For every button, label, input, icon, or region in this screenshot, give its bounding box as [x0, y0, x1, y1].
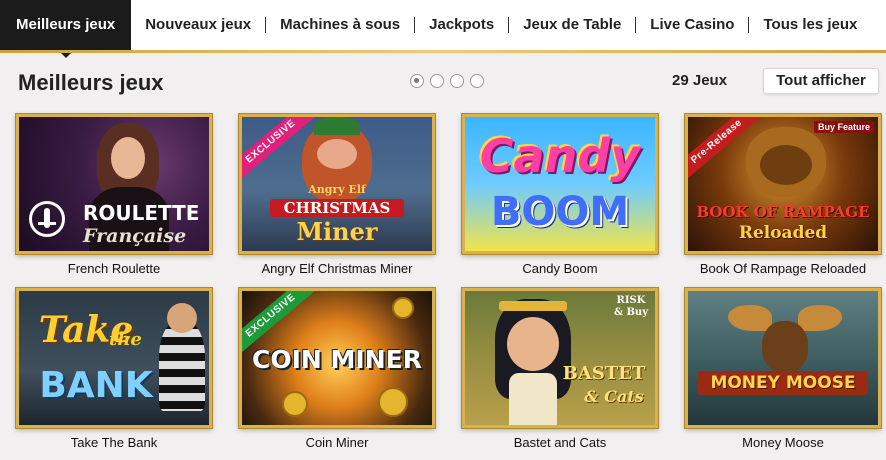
game-name[interactable]: Bastet and Cats: [462, 435, 658, 450]
game-thumbnail[interactable]: MONEY MOOSE: [685, 288, 881, 428]
game-art-subtitle: BOOM: [490, 189, 630, 235]
pagination-dot-2[interactable]: [430, 74, 444, 88]
pagination-dot-3[interactable]: [450, 74, 464, 88]
tab-nouveaux-jeux[interactable]: Nouveaux jeux: [131, 0, 265, 50]
game-thumbnail[interactable]: EXCLUSIVE COIN MINER: [239, 288, 435, 428]
tab-meilleurs-jeux[interactable]: Meilleurs jeux: [0, 0, 132, 50]
game-thumbnail[interactable]: RISK & Buy BASTET & Cats: [462, 288, 658, 428]
roulette-wheel-icon: [29, 201, 65, 237]
risk-buy-badge: RISK & Buy: [613, 295, 649, 318]
game-thumbnail[interactable]: EXCLUSIVE Angry Elf CHRISTMAS Miner: [239, 114, 435, 254]
section-title: Meilleurs jeux: [18, 70, 164, 95]
game-thumbnail[interactable]: Pre-Release Buy Feature BOOK OF RAMPAGE …: [685, 114, 881, 254]
game-art-title: MONEY MOOSE: [698, 371, 868, 395]
game-thumbnail[interactable]: Candy BOOM: [462, 114, 658, 254]
category-nav: Meilleurs jeux Nouveaux jeux Machines à …: [0, 0, 886, 50]
game-name[interactable]: Coin Miner: [239, 435, 435, 450]
tab-machines-a-sous[interactable]: Machines à sous: [266, 0, 414, 50]
buy-feature-badge: Buy Feature: [813, 121, 874, 133]
game-card-french-roulette[interactable]: ROULETTE Française French Roulette: [16, 114, 212, 276]
game-name[interactable]: Take The Bank: [16, 435, 212, 450]
carousel-pagination: [410, 74, 484, 88]
game-card-money-moose[interactable]: MONEY MOOSE Money Moose: [685, 288, 881, 450]
game-art-title: CHRISTMAS: [270, 199, 404, 217]
pagination-dot-1[interactable]: [410, 74, 424, 88]
game-name[interactable]: Book Of Rampage Reloaded: [685, 261, 881, 276]
game-name[interactable]: Candy Boom: [462, 261, 658, 276]
game-art-title: BOOK OF RAMPAGE: [696, 203, 870, 221]
tab-live-casino[interactable]: Live Casino: [636, 0, 748, 50]
game-card-coin-miner[interactable]: EXCLUSIVE COIN MINER Coin Miner: [239, 288, 435, 450]
tab-jackpots[interactable]: Jackpots: [415, 0, 508, 50]
games-count: 29 Jeux: [672, 72, 728, 89]
game-thumbnail[interactable]: ROULETTE Française: [16, 114, 212, 254]
game-name[interactable]: Angry Elf Christmas Miner: [239, 261, 435, 276]
game-art-title: BASTET: [562, 363, 646, 384]
game-art-subtitle: Reloaded: [738, 223, 828, 243]
game-name[interactable]: Money Moose: [685, 435, 881, 450]
game-art-subtitle: & Cats: [584, 387, 644, 406]
tab-jeux-de-table[interactable]: Jeux de Table: [509, 0, 635, 50]
game-card-candy-boom[interactable]: Candy BOOM Candy Boom: [462, 114, 658, 276]
game-card-take-the-bank[interactable]: Take the BANK Take The Bank: [16, 288, 212, 450]
nav-gold-underline: [0, 50, 886, 53]
game-art-subtitle: BANK: [39, 365, 153, 406]
pagination-dot-4[interactable]: [470, 74, 484, 88]
game-thumbnail[interactable]: Take the BANK: [16, 288, 212, 428]
game-art-title: COIN MINER: [252, 345, 422, 374]
game-art-title: ROULETTE: [83, 201, 200, 225]
game-art-small: the: [109, 329, 142, 350]
game-art-small: Angry Elf: [308, 183, 366, 196]
tab-tous-les-jeux[interactable]: Tous les jeux: [749, 0, 871, 50]
show-all-button[interactable]: Tout afficher: [763, 68, 879, 94]
game-card-angry-elf-christmas-miner[interactable]: EXCLUSIVE Angry Elf CHRISTMAS Miner Angr…: [239, 114, 435, 276]
game-name[interactable]: French Roulette: [16, 261, 212, 276]
game-art-title: Candy: [479, 129, 641, 183]
game-card-bastet-and-cats[interactable]: RISK & Buy BASTET & Cats Bastet and Cats: [462, 288, 658, 450]
game-card-book-of-rampage-reloaded[interactable]: Pre-Release Buy Feature BOOK OF RAMPAGE …: [685, 114, 881, 276]
game-art-subtitle: Miner: [296, 217, 378, 246]
game-art-subtitle: Française: [83, 225, 187, 247]
